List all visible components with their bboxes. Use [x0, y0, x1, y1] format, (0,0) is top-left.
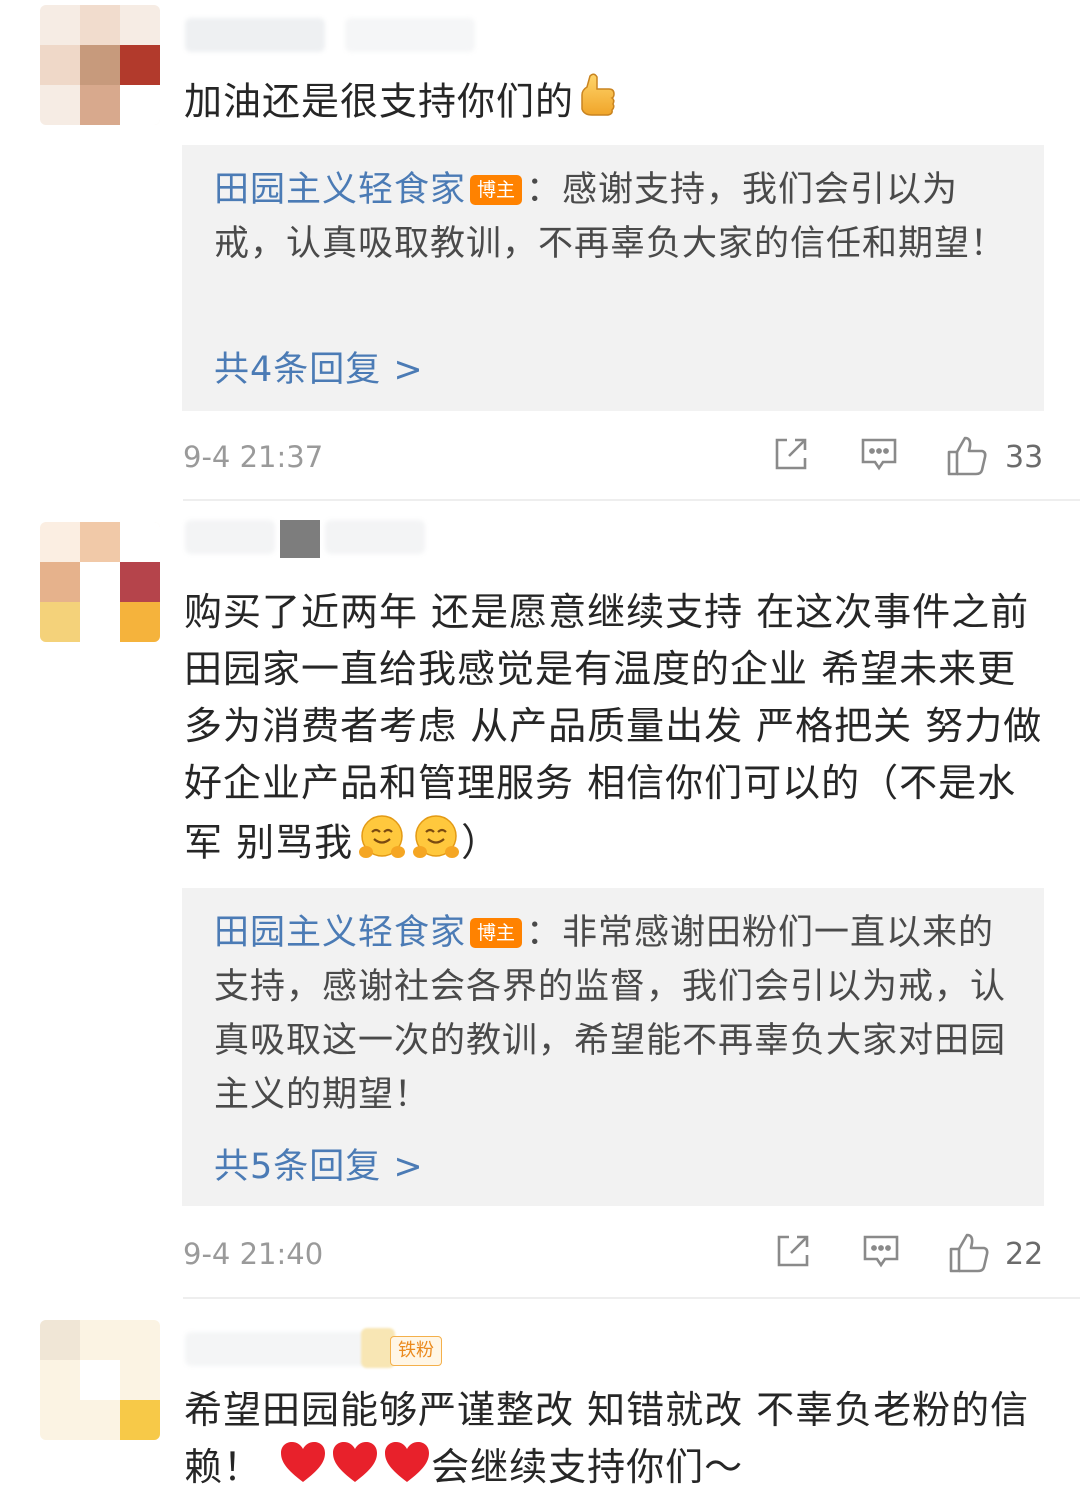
like-icon[interactable] [945, 434, 989, 482]
hugging-face-icon [411, 812, 461, 878]
comment-text-end: 会继续支持你们～ [431, 1445, 744, 1489]
comment-text-content: 加油还是很支持你们的 [184, 79, 575, 124]
comment-text: 加油还是很支持你们的 [184, 72, 1054, 136]
comment-icon[interactable] [861, 1231, 901, 1275]
share-icon[interactable] [771, 434, 811, 478]
divider [183, 499, 1080, 501]
red-heart-icon [279, 1440, 327, 1500]
comment-meta: 9-4 21:37 33 [183, 432, 1045, 482]
timestamp: 9-4 21:40 [183, 1237, 324, 1271]
reply-text: 田园主义轻食家 博主 ：非常感谢田粉们一直以来的支持，感谢社会各界的监督，我们会引以… [214, 906, 1014, 1122]
share-icon[interactable] [773, 1231, 813, 1275]
view-replies-link[interactable]: 共4条回复 > [214, 341, 424, 392]
comment-text-content: 购买了近两年 还是愿意继续支持 在这次事件之前田园家一直给我感觉是有温度的企业 … [184, 590, 1043, 865]
fan-badge: 铁粉 [390, 1336, 442, 1366]
like-count: 33 [1005, 440, 1044, 475]
red-heart-icon [331, 1440, 379, 1500]
like-icon[interactable] [947, 1231, 991, 1279]
blogger-badge: 博主 [470, 918, 523, 948]
reply-box[interactable]: 田园主义轻食家 博主 ：非常感谢田粉们一直以来的支持，感谢社会各界的监督，我们会引以… [182, 888, 1044, 1206]
comment-text-end: ） [461, 820, 501, 865]
avatar[interactable] [40, 5, 160, 125]
comment-text: 希望田园能够严谨整改 知错就改 不辜负老粉的信赖！ 会继续支持你们～ [184, 1382, 1054, 1500]
hugging-face-icon [357, 812, 407, 878]
avatar[interactable] [40, 1320, 160, 1440]
reply-text: 田园主义轻食家 博主 ：感谢支持，我们会引以为戒，认真吸取教训，不再辜负大家的信任和… [214, 163, 1014, 271]
reply-author-link[interactable]: 田园主义轻食家 [214, 170, 466, 210]
like-count: 22 [1005, 1237, 1044, 1272]
comment-text: 购买了近两年 还是愿意继续支持 在这次事件之前田园家一直给我感觉是有温度的企业 … [184, 584, 1054, 878]
avatar[interactable] [40, 522, 160, 642]
red-heart-icon [383, 1440, 431, 1500]
thumbs-up-icon [578, 72, 616, 136]
divider [183, 1297, 1080, 1299]
reply-box[interactable]: 田园主义轻食家 博主 ：感谢支持，我们会引以为戒，认真吸取教训，不再辜负大家的信任和… [182, 145, 1044, 411]
reply-author-link[interactable]: 田园主义轻食家 [214, 913, 466, 953]
blogger-badge: 博主 [470, 175, 523, 205]
comment-meta: 9-4 21:40 22 [183, 1229, 1045, 1279]
timestamp: 9-4 21:37 [183, 440, 324, 474]
comment-icon[interactable] [859, 434, 899, 478]
view-replies-link[interactable]: 共5条回复 > [214, 1138, 424, 1189]
avatar-mask [280, 520, 320, 558]
